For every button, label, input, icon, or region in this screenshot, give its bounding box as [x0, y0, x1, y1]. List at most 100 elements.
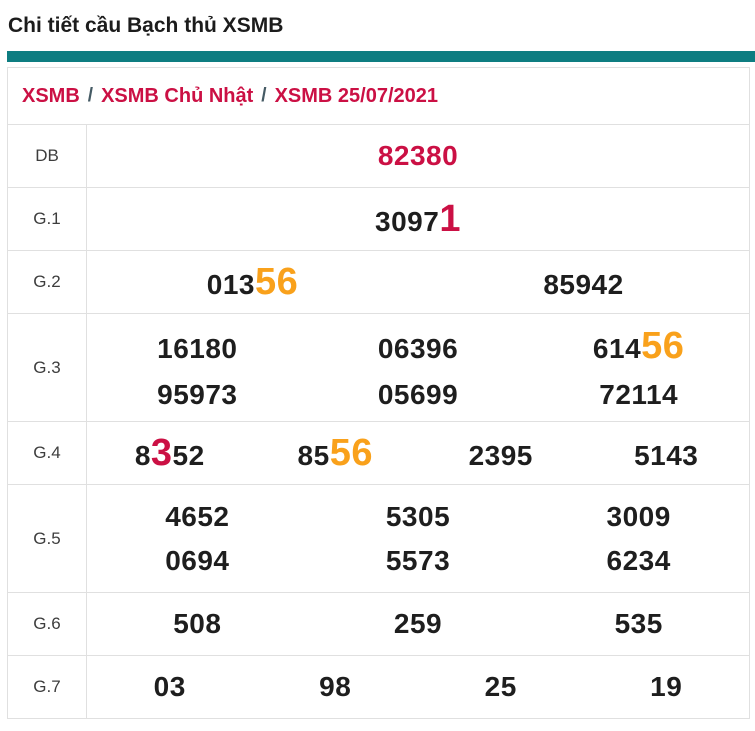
results-table: XSMB / XSMB Chủ Nhật / XSMB 25/07/2021 D…: [7, 67, 750, 719]
prize-row-values: 16180 06396 61456 95973 05699 72114: [87, 314, 749, 421]
prize-line: 95973 05699 72114: [87, 378, 749, 410]
prize-row-values: 8352 8556 2395 5143: [87, 422, 749, 484]
prize-row-label: G.3: [8, 314, 87, 421]
prize-line: 4652 5305 3009: [87, 500, 749, 532]
prize-line: 16180 06396 61456: [87, 327, 749, 365]
prize-digit-segment: 03: [153, 671, 186, 702]
prize-digit-segment: 8: [134, 440, 151, 471]
prize-number: 0694: [87, 544, 308, 576]
prize-number: 95973: [87, 378, 308, 410]
prize-row-values: 82380: [87, 125, 749, 187]
page-title: Chi tiết cầu Bạch thủ XSMB: [8, 14, 284, 37]
prize-digit-segment: 85942: [543, 269, 624, 300]
prize-number: 05699: [308, 378, 529, 410]
prize-row-values: 30971: [87, 188, 749, 250]
prize-digit-segment: 6234: [606, 544, 671, 576]
prize-number: 4652: [87, 500, 308, 532]
prize-row-label: G.7: [8, 656, 87, 718]
prize-number: 01356: [87, 263, 418, 301]
prize-digit-segment: 2395: [468, 440, 533, 471]
prize-number: 535: [528, 610, 749, 638]
prize-digit-segment: 0694: [165, 544, 230, 576]
prize-digit-segment: 013: [206, 269, 255, 300]
prize-line: 30971: [87, 200, 749, 238]
breadcrumb-link-xsmb-chu-nhat[interactable]: XSMB Chủ Nhật: [101, 85, 253, 108]
prize-line: 0694 5573 6234: [87, 544, 749, 576]
prize-row-values: 03 98 25 19: [87, 656, 749, 718]
prize-row-g5: G.5 4652 5305 3009 0694 5573 6234: [8, 484, 749, 592]
results-table-rows: DB 82380 G.1 30971 G.2 01356 85942 G.3 16180 0639…: [8, 124, 749, 718]
prize-digit-highlight: 56: [254, 261, 299, 303]
prize-digit-highlight: 82380: [377, 140, 459, 171]
prize-digit-segment: 05699: [377, 378, 459, 410]
prize-digit-segment: 3009: [606, 500, 671, 532]
prize-digit-highlight: 3: [150, 432, 173, 474]
prize-digit-segment: 19: [650, 671, 683, 702]
prize-row-values: 4652 5305 3009 0694 5573 6234: [87, 485, 749, 592]
prize-line: 03 98 25 19: [87, 673, 749, 701]
prize-row-db: DB 82380: [8, 124, 749, 187]
prize-row-g1: G.1 30971: [8, 187, 749, 250]
prize-row-g7: G.7 03 98 25 19: [8, 655, 749, 718]
prize-digit-segment: 72114: [599, 378, 679, 410]
accent-divider-bar: [7, 51, 755, 62]
prize-digit-segment: 98: [319, 671, 352, 702]
prize-digit-segment: 85: [297, 440, 330, 471]
prize-number: 72114: [528, 378, 749, 410]
prize-row-values: 01356 85942: [87, 251, 749, 313]
prize-row-label: G.6: [8, 593, 87, 655]
prize-digit-segment: 52: [172, 440, 205, 471]
prize-number: 6234: [528, 544, 749, 576]
prize-row-label: DB: [8, 125, 87, 187]
prize-row-g2: G.2 01356 85942: [8, 250, 749, 313]
prize-digit-segment: 508: [173, 608, 222, 639]
prize-digit-segment: 259: [393, 608, 443, 639]
prize-number: 2395: [418, 442, 584, 470]
prize-number: 03: [87, 673, 253, 701]
prize-line: 8352 8556 2395 5143: [87, 434, 749, 472]
prize-digit-highlight: 1: [439, 198, 461, 240]
breadcrumb-link-xsmb[interactable]: XSMB: [22, 85, 80, 108]
prize-line: 82380: [87, 142, 749, 170]
prize-number: 19: [584, 673, 750, 701]
prize-digit-segment: 4652: [165, 500, 230, 532]
prize-row-label: G.5: [8, 485, 87, 592]
prize-digit-segment: 16180: [157, 332, 238, 364]
prize-digit-segment: 25: [484, 671, 517, 702]
prize-number: 30971: [87, 200, 749, 238]
prize-number: 3009: [528, 500, 749, 532]
prize-number: 259: [308, 610, 529, 638]
prize-line: 508 259 535: [87, 610, 749, 638]
prize-row-label: G.1: [8, 188, 87, 250]
breadcrumb-separator: /: [87, 85, 94, 106]
prize-number: 5143: [584, 442, 750, 470]
prize-digit-highlight: 56: [329, 432, 373, 474]
prize-number: 06396: [308, 334, 529, 363]
prize-row-label: G.4: [8, 422, 87, 484]
prize-row-g3: G.3 16180 06396 61456 95973 05699 72114: [8, 313, 749, 421]
prize-digit-segment: 95973: [157, 378, 238, 410]
prize-number: 5573: [308, 544, 529, 576]
prize-number: 98: [253, 673, 419, 701]
prize-number: 508: [87, 610, 308, 638]
breadcrumb-link-xsmb-date[interactable]: XSMB 25/07/2021: [275, 85, 438, 108]
prize-row-label: G.2: [8, 251, 87, 313]
breadcrumb: XSMB / XSMB Chủ Nhật / XSMB 25/07/2021: [8, 68, 749, 124]
prize-line: 01356 85942: [87, 263, 749, 301]
prize-number: 85942: [418, 271, 749, 299]
prize-row-g4: G.4 8352 8556 2395 5143: [8, 421, 749, 484]
prize-digit-segment: 535: [614, 608, 663, 639]
prize-number: 25: [418, 673, 584, 701]
prize-digit-segment: 5573: [385, 544, 451, 576]
prize-row-g6: G.6 508 259 535: [8, 592, 749, 655]
prize-digit-segment: 5143: [634, 440, 699, 471]
prize-number: 8352: [87, 434, 253, 472]
prize-digit-segment: 614: [592, 332, 642, 364]
prize-row-values: 508 259 535: [87, 593, 749, 655]
prize-number: 61456: [528, 327, 749, 365]
prize-number: 8556: [253, 434, 419, 472]
breadcrumb-separator: /: [261, 85, 267, 106]
prize-digit-segment: 3097: [375, 206, 440, 237]
prize-digit-highlight: 56: [641, 324, 685, 367]
prize-number: 5305: [308, 502, 529, 531]
